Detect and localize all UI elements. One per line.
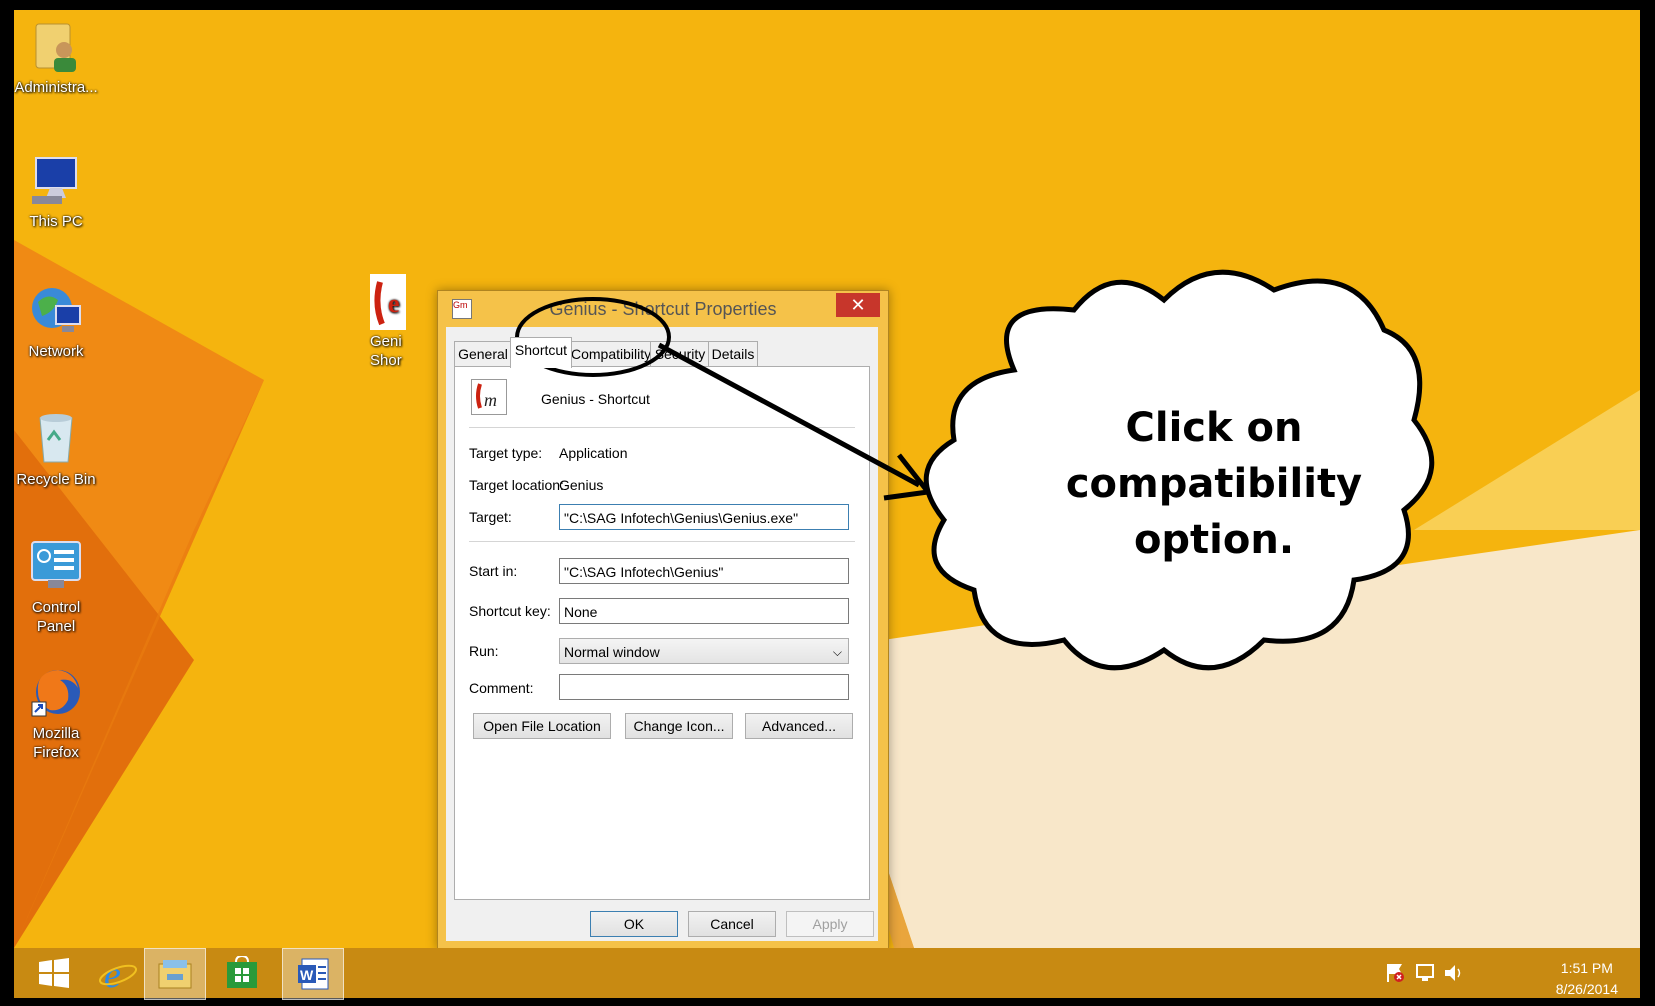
tab-shortcut[interactable]: Shortcut	[510, 337, 572, 368]
start-button[interactable]	[24, 948, 84, 998]
screenshot-frame: Administra... This PC Network Recycle Bi…	[0, 0, 1655, 1006]
internet-explorer-icon: e	[98, 954, 138, 993]
callout-line: compatibility	[1065, 461, 1363, 507]
word-button[interactable]: W	[282, 948, 344, 1000]
callout-text: Click on compatibility option.	[1024, 400, 1404, 568]
network-tray-icon[interactable]	[1414, 962, 1436, 984]
clock-date: 8/26/2014	[1555, 981, 1618, 997]
clock-time: 1:51 PM	[1560, 960, 1613, 976]
file-explorer-icon	[158, 960, 192, 989]
arrow-line	[657, 342, 921, 488]
store-icon	[227, 956, 257, 988]
clock[interactable]: 1:51 PM 8/26/2014	[1556, 958, 1618, 1000]
svg-text:W: W	[300, 967, 314, 983]
taskbar: e W 1:51 PM 8/26/2014	[14, 948, 1640, 1000]
file-explorer-button[interactable]	[144, 948, 206, 1000]
callout-line: Click on	[1125, 405, 1303, 451]
action-center-flag-icon[interactable]	[1384, 962, 1406, 984]
word-icon: W	[298, 958, 329, 990]
internet-explorer-button[interactable]: e	[88, 948, 148, 998]
store-button[interactable]	[212, 948, 272, 998]
windows-logo-icon	[39, 958, 69, 988]
desktop: Administra... This PC Network Recycle Bi…	[14, 10, 1640, 948]
volume-icon[interactable]	[1442, 962, 1464, 984]
callout-line: option.	[1133, 517, 1295, 563]
